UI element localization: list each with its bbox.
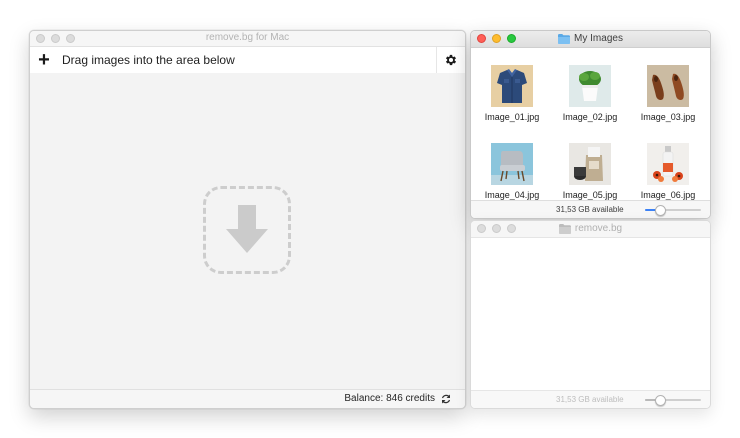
icon-size-slider[interactable] <box>645 395 701 406</box>
slider-knob[interactable] <box>655 205 666 216</box>
file-name: Image_06.jpg <box>640 190 696 200</box>
icon-size-slider[interactable] <box>645 205 701 216</box>
file-name: Image_03.jpg <box>640 112 696 122</box>
app-statusbar: Balance: 846 credits <box>30 389 465 408</box>
file-grid: Image_01.jpg Image_02.jpg Image_03.jpg I… <box>471 49 710 201</box>
file-name: Image_04.jpg <box>484 190 540 200</box>
file-name: Image_01.jpg <box>484 112 540 122</box>
toolbar-divider <box>436 47 437 73</box>
gear-icon[interactable] <box>444 53 458 67</box>
chair-thumbnail <box>491 143 533 185</box>
file-item[interactable]: Image_01.jpg <box>473 65 551 122</box>
file-item[interactable]: Image_04.jpg <box>473 143 551 200</box>
finder-title-text: remove.bg <box>574 223 623 234</box>
app-titlebar[interactable]: remove.bg for Mac <box>30 31 465 47</box>
finder-title: remove.bg <box>471 223 710 237</box>
finder-titlebar[interactable]: My Images <box>471 31 710 48</box>
removebg-app-window: remove.bg for Mac + Drag images into the… <box>29 30 466 409</box>
instruction-text: Drag images into the area below <box>62 53 235 67</box>
finder-title-text: My Images <box>574 33 623 44</box>
folder-icon <box>558 223 571 234</box>
slider-knob[interactable] <box>655 395 666 406</box>
removebg-finder-window: remove.bg 31,53 GB available <box>470 220 711 409</box>
shoes-thumbnail <box>647 65 689 107</box>
plus-icon[interactable]: + <box>36 49 52 71</box>
app-toolbar: + Drag images into the area below <box>30 47 465 74</box>
file-item[interactable]: Image_06.jpg <box>629 143 707 200</box>
available-space: 31,53 GB available <box>556 205 624 214</box>
finder-title: My Images <box>471 33 710 47</box>
shirt-thumbnail <box>491 65 533 107</box>
coffee-bag-thumbnail <box>569 143 611 185</box>
file-name: Image_02.jpg <box>562 112 618 122</box>
file-item[interactable]: Image_02.jpg <box>551 65 629 122</box>
finder-statusbar: 31,53 GB available <box>471 390 710 408</box>
file-item[interactable]: Image_05.jpg <box>551 143 629 200</box>
download-arrow-icon <box>226 205 268 253</box>
credit-balance: Balance: 846 credits <box>344 393 435 404</box>
file-item[interactable]: Image_03.jpg <box>629 65 707 122</box>
drop-target-box[interactable] <box>203 186 291 274</box>
finder-titlebar[interactable]: remove.bg <box>471 221 710 238</box>
plant-thumbnail <box>569 65 611 107</box>
file-name: Image_05.jpg <box>562 190 618 200</box>
app-window-title: remove.bg for Mac <box>205 32 290 43</box>
finder-statusbar: 31,53 GB available <box>471 200 710 218</box>
refresh-icon[interactable] <box>440 393 452 405</box>
drop-zone[interactable] <box>30 73 465 390</box>
available-space: 31,53 GB available <box>556 395 624 404</box>
bottle-thumbnail <box>647 143 689 185</box>
folder-icon <box>558 33 571 44</box>
my-images-finder-window: My Images Image_01.jpg Image_02.jpg Imag… <box>470 30 711 219</box>
